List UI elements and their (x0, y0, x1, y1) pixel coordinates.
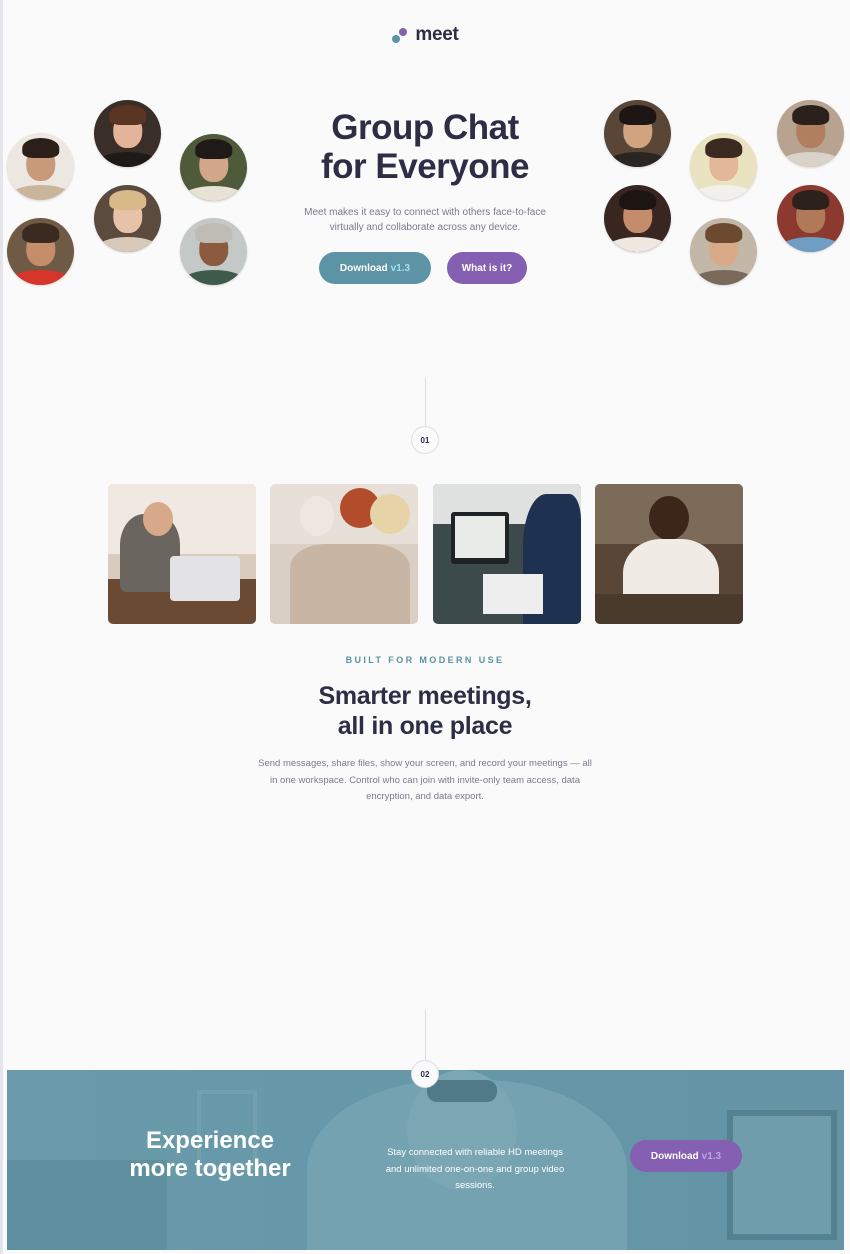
page-edge (0, 0, 3, 1254)
avatar (94, 185, 161, 252)
hero-title-line1: Group Chat (331, 108, 519, 147)
section-eyebrow: BUILT FOR MODERN USE (345, 655, 505, 665)
hero-title: Group Chat for Everyone (0, 108, 850, 186)
avatar (690, 218, 757, 285)
banner-description: Stay connected with reliable HD meetings… (385, 1147, 565, 1191)
download-button-label: Download (339, 262, 388, 274)
what-is-it-button[interactable]: What is it? (447, 252, 527, 284)
section-title-line2: all in one place (337, 712, 513, 740)
banner-download-label: Download (650, 1150, 699, 1162)
section-divider-line (425, 1010, 426, 1060)
section-number-badge: 02 (411, 1060, 439, 1088)
photo-man-phone (595, 484, 743, 624)
section-description: Send messages, share files, show your sc… (258, 758, 592, 802)
avatar (604, 185, 671, 252)
banner-download-version: v1.3 (701, 1150, 722, 1162)
logo-text: meet (415, 24, 459, 45)
section-title-line1: Smarter meetings, (318, 682, 532, 710)
hero-title-line2: for Everyone (321, 147, 529, 186)
logo[interactable]: meet (0, 24, 850, 46)
section-title: Smarter meetings, all in one place (0, 681, 850, 741)
banner-download-button[interactable]: Download v1.3 (630, 1140, 742, 1172)
photo-video-call (433, 484, 581, 624)
what-is-it-label: What is it? (461, 262, 513, 274)
banner-title: Experience more together (110, 1127, 310, 1183)
photo-women-phone (270, 484, 418, 624)
avatar (180, 218, 247, 285)
download-version: v1.3 (390, 262, 411, 274)
hero-description: Meet makes it easy to connect with other… (304, 207, 546, 233)
photo-woman-laptop (108, 484, 256, 624)
section-number-badge: 01 (411, 426, 439, 454)
section-divider-line (425, 378, 426, 426)
banner-title-line2: more together (129, 1155, 291, 1182)
avatar (777, 185, 844, 252)
avatar (7, 218, 74, 285)
logo-icon (391, 26, 409, 44)
banner-title-line1: Experience (145, 1127, 275, 1154)
download-button[interactable]: Download v1.3 (319, 252, 431, 284)
